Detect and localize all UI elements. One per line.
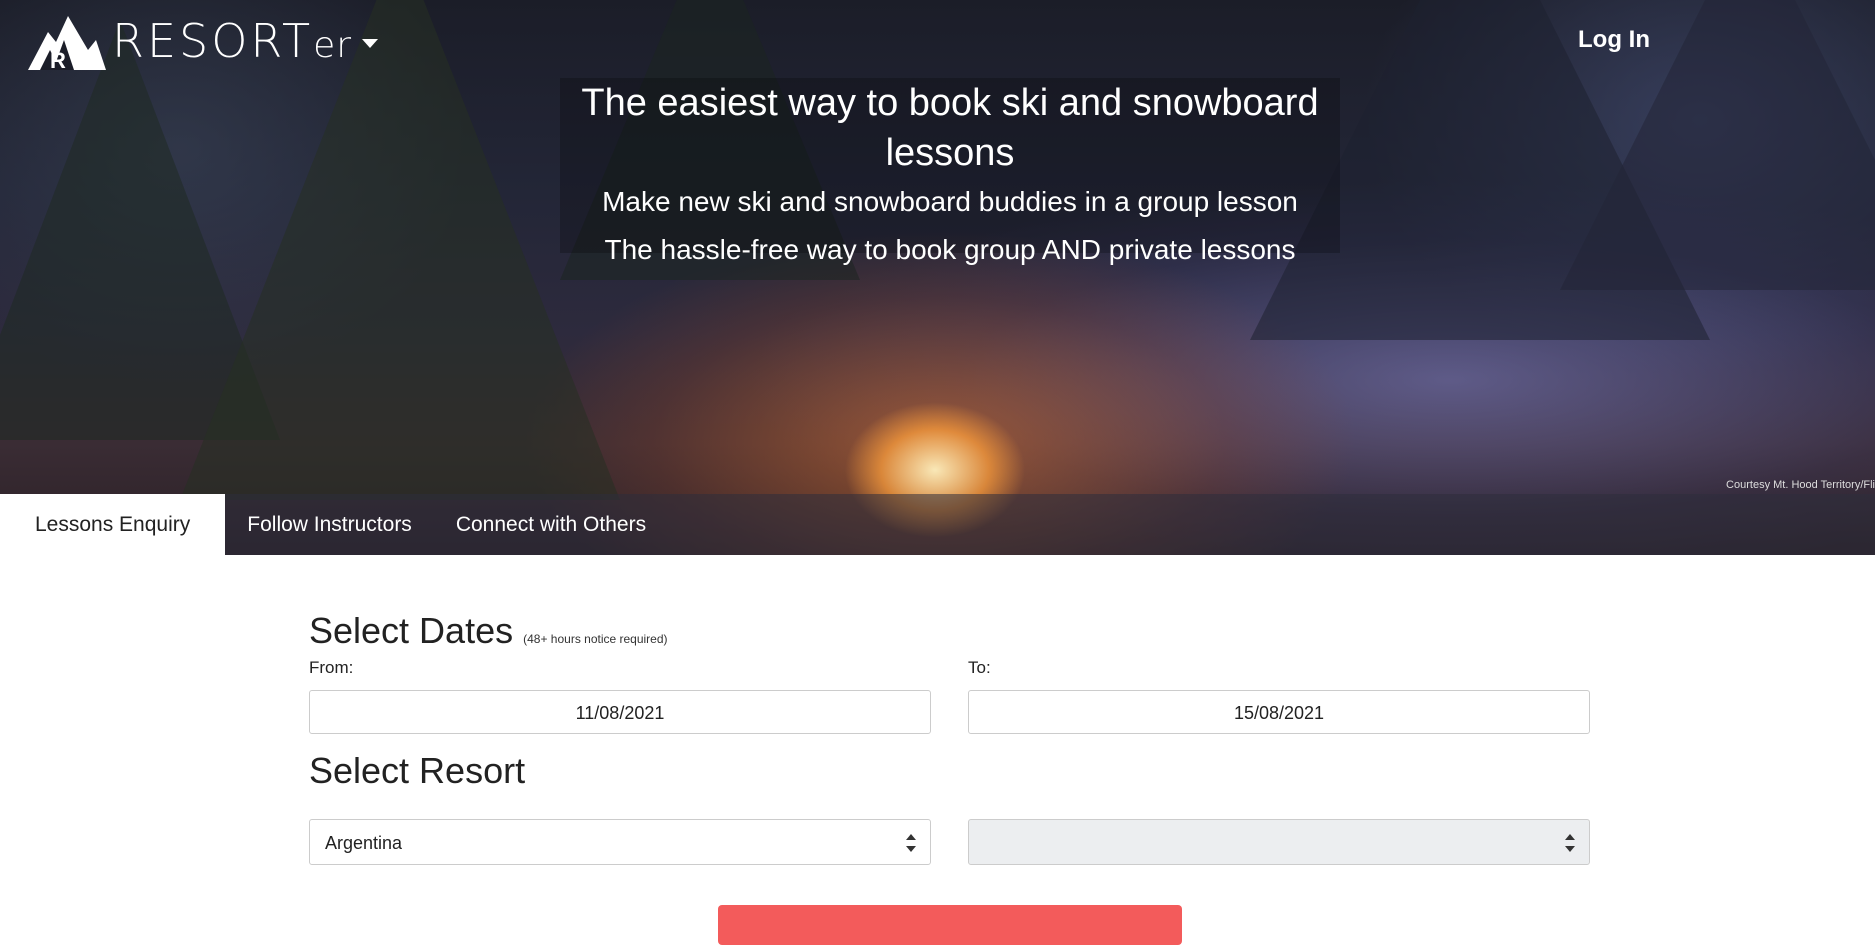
tab-connect-with-others[interactable]: Connect with Others [434, 494, 668, 555]
login-link[interactable]: Log In [1578, 26, 1650, 54]
from-date-input[interactable]: 11/08/2021 [309, 690, 931, 734]
tree-silhouette [180, 0, 620, 500]
select-dates-title: Select Dates (48+ hours notice required) [309, 610, 668, 651]
select-arrows-icon [1565, 834, 1575, 852]
photo-credit: Courtesy Mt. Hood Territory/Fli [1726, 479, 1875, 491]
brand-name: RESORTer [112, 14, 353, 68]
select-resort-title: Select Resort [309, 750, 526, 791]
hero-subline-1: Make new ski and snowboard buddies in a … [602, 186, 1298, 217]
tab-lessons-enquiry[interactable]: Lessons Enquiry [0, 494, 226, 555]
country-select-value: Argentina [325, 833, 403, 853]
svg-text:R: R [50, 48, 66, 72]
hero-text: The easiest way to book ski and snowboar… [560, 78, 1340, 274]
to-label: To: [968, 658, 991, 677]
country-select[interactable]: Argentina [309, 819, 931, 865]
tab-follow-instructors[interactable]: Follow Instructors [225, 494, 434, 555]
resort-select[interactable] [968, 819, 1590, 865]
caret-down-icon[interactable] [362, 38, 379, 48]
submit-button[interactable] [718, 905, 1182, 945]
notice-hint: (48+ hours notice required) [523, 632, 668, 646]
hero-banner: R RESORTer Log In The easiest way to boo… [0, 0, 1875, 555]
mountain-logo-icon: R [28, 16, 106, 72]
to-date-input[interactable]: 15/08/2021 [968, 690, 1590, 734]
hero-subline-2: The hassle-free way to book group AND pr… [604, 234, 1296, 265]
tab-bar: Lessons Enquiry Follow Instructors Conne… [0, 494, 1875, 555]
brand-logo[interactable]: R RESORTer [26, 10, 379, 72]
hero-headline: The easiest way to book ski and snowboar… [581, 82, 1319, 174]
select-arrows-icon [906, 834, 916, 852]
from-label: From: [309, 658, 354, 677]
